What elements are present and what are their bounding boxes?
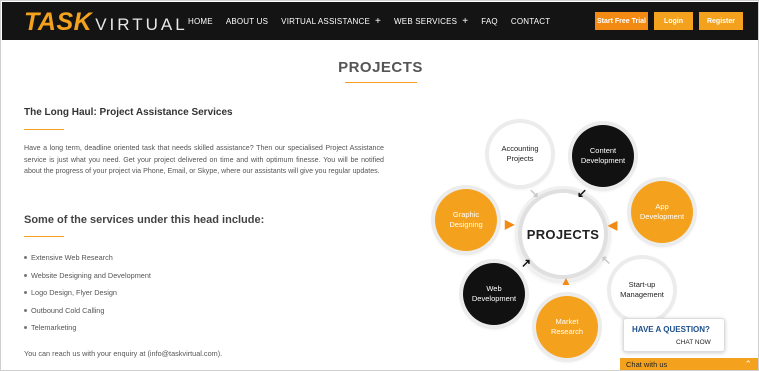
- node-startup-management: Start-up Management: [611, 259, 673, 321]
- services-list: Extensive Web Research Website Designing…: [24, 253, 151, 341]
- node-content-development: Content Development: [572, 125, 634, 187]
- heading-underline: [24, 129, 64, 130]
- arrow-icon: ↙: [577, 186, 588, 200]
- page-frame: TASK VIRTUAL HOME ABOUT US VIRTUAL ASSIS…: [0, 0, 759, 371]
- arrow-icon: ↖: [601, 253, 612, 267]
- chat-bar[interactable]: Chat with us ⌃: [620, 358, 758, 370]
- arrow-icon: ▲: [560, 274, 572, 288]
- hub-label: PROJECTS: [526, 226, 600, 242]
- intro-paragraph: Have a long term, deadline oriented task…: [24, 144, 384, 175]
- arrow-icon: ◀: [608, 218, 618, 232]
- nav-about-us[interactable]: ABOUT US: [226, 17, 268, 26]
- chat-now-label[interactable]: CHAT NOW: [676, 339, 711, 346]
- chat-question-label: HAVE A QUESTION?: [632, 325, 710, 334]
- bullet-icon: [24, 273, 27, 277]
- nav-virtual-assistance[interactable]: VIRTUAL ASSISTANCE +: [281, 16, 381, 27]
- nav-home[interactable]: HOME: [188, 17, 213, 26]
- arrow-icon: ▶: [505, 217, 515, 231]
- top-navigation-bar: TASK VIRTUAL HOME ABOUT US VIRTUAL ASSIS…: [2, 2, 758, 40]
- register-button[interactable]: Register: [699, 12, 743, 30]
- list-item: Website Designing and Development: [24, 271, 151, 289]
- nav-web-services[interactable]: WEB SERVICES +: [394, 16, 468, 27]
- site-logo[interactable]: TASK VIRTUAL: [24, 8, 188, 36]
- nav-contact[interactable]: CONTACT: [511, 17, 550, 26]
- login-button[interactable]: Login: [654, 12, 693, 30]
- list-item: Extensive Web Research: [24, 253, 151, 271]
- services-heading: Some of the services under this head inc…: [24, 214, 265, 226]
- bullet-icon: [24, 291, 27, 294]
- bullet-icon: [24, 308, 27, 312]
- expand-plus-icon[interactable]: +: [462, 16, 468, 27]
- chat-bar-label: Chat with us: [626, 360, 668, 369]
- bullet-icon: [24, 256, 27, 259]
- arrow-icon: ↗: [521, 256, 532, 270]
- list-item: Telemarketing: [24, 323, 151, 341]
- logo-task-text: TASK: [24, 8, 93, 36]
- chat-prompt-card[interactable]: HAVE A QUESTION? CHAT NOW: [623, 318, 725, 352]
- diagram-hub: PROJECTS: [518, 189, 608, 279]
- contact-enquiry-text: You can reach us with your enquiry at (i…: [24, 349, 223, 358]
- expand-plus-icon[interactable]: +: [375, 16, 381, 27]
- node-app-development: App Development: [631, 181, 693, 243]
- node-market-research: Market Research: [536, 296, 598, 358]
- node-web-development: Web Development: [463, 263, 525, 325]
- list-item: Logo Design, Flyer Design: [24, 288, 151, 306]
- page-title: PROJECTS: [338, 59, 423, 76]
- node-accounting-projects: Accounting Projects: [489, 123, 551, 185]
- services-heading-underline: [24, 236, 64, 237]
- title-underline: [345, 82, 417, 83]
- list-item: Outbound Cold Calling: [24, 306, 151, 324]
- node-graphic-designing: Graphic Designing: [435, 189, 497, 251]
- logo-virtual-text: VIRTUAL: [95, 15, 188, 34]
- arrow-icon: ↘: [529, 186, 540, 200]
- main-nav: HOME ABOUT US VIRTUAL ASSISTANCE + WEB SE…: [188, 2, 563, 40]
- start-free-trial-button[interactable]: Start Free Trial: [595, 12, 648, 30]
- nav-faq[interactable]: FAQ: [481, 17, 498, 26]
- section-heading: The Long Haul: Project Assistance Servic…: [24, 107, 233, 118]
- bullet-icon: [24, 326, 27, 329]
- chevron-up-icon[interactable]: ⌃: [744, 359, 752, 370]
